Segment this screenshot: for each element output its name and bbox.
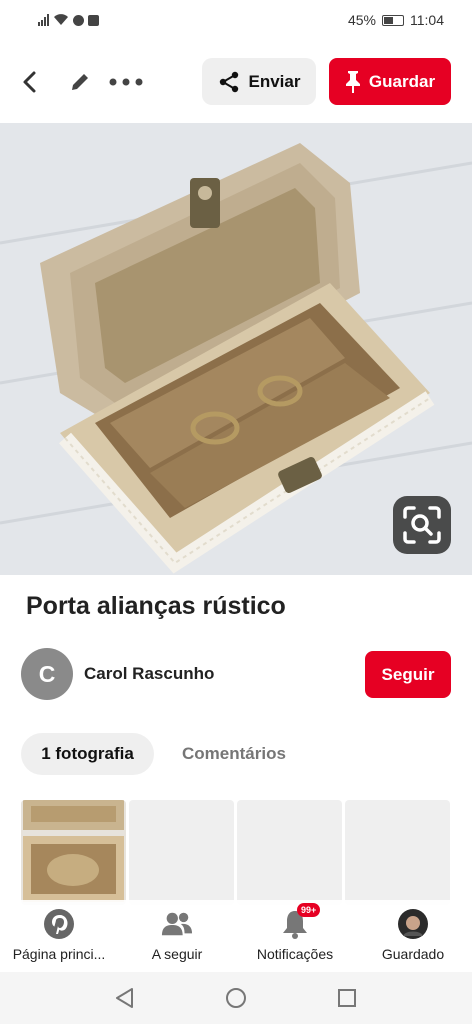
back-triangle-icon[interactable] [114, 987, 136, 1009]
nav-label-saved: Guardado [381, 946, 445, 962]
author-name[interactable]: Carol Rascunho [84, 664, 214, 684]
status-icons-right: 45% 11:04 [348, 12, 444, 28]
nav-label-following: A seguir [151, 946, 203, 962]
author-avatar[interactable]: C [21, 648, 73, 700]
pin-image[interactable] [0, 123, 472, 575]
pinterest-icon [43, 908, 75, 940]
photo-thumbnail[interactable] [237, 800, 342, 905]
clock: 11:04 [410, 12, 444, 28]
photo-thumbnails [21, 800, 451, 905]
tab-photos[interactable]: 1 fotografia [21, 733, 154, 775]
signal-icon [38, 14, 49, 26]
nav-item-home[interactable]: Página princi... [0, 900, 118, 972]
more-options-icon[interactable] [108, 68, 144, 96]
status-bar: 45% 11:04 [0, 0, 472, 40]
profile-avatar [397, 908, 429, 940]
recents-square-icon[interactable] [336, 987, 358, 1009]
pin-toolbar: Enviar Guardar [0, 56, 472, 108]
nav-item-notifications[interactable]: 99+ Notificações [236, 900, 354, 972]
facebook-icon [88, 14, 99, 26]
follow-button[interactable]: Seguir [365, 651, 451, 698]
status-icons-left [38, 14, 99, 26]
tab-comments[interactable]: Comentários [170, 733, 298, 775]
bell-icon: 99+ [279, 903, 321, 940]
nav-item-saved[interactable]: Guardado [354, 900, 472, 972]
wifi-icon [54, 14, 68, 25]
visual-search-icon [403, 506, 441, 544]
edit-pencil-icon[interactable] [66, 68, 94, 96]
save-button[interactable]: Guardar [329, 58, 451, 105]
bottom-nav: Página princi... A seguir 99+ Notificaçõ… [0, 900, 472, 972]
nav-label-home: Página princi... [12, 946, 106, 962]
nav-label-notifications: Notificações [256, 946, 334, 962]
photo-thumbnail[interactable] [345, 800, 450, 905]
pin-title: Porta alianças rústico [26, 592, 286, 620]
photo-thumbnail[interactable] [21, 800, 126, 905]
battery-percent: 45% [347, 12, 376, 28]
system-nav-bar [0, 972, 472, 1024]
back-icon[interactable] [16, 68, 44, 96]
people-icon [161, 908, 193, 940]
visual-search-button[interactable] [393, 496, 451, 554]
pin-icon [345, 70, 360, 93]
messenger-icon [73, 14, 84, 26]
nav-item-following[interactable]: A seguir [118, 900, 236, 972]
notification-badge: 99+ [297, 903, 321, 917]
send-button[interactable]: Enviar [202, 58, 316, 105]
share-icon [219, 71, 238, 92]
battery-icon [382, 14, 404, 26]
home-circle-icon[interactable] [225, 987, 247, 1009]
send-button-label: Enviar [248, 71, 301, 91]
photo-thumbnail[interactable] [129, 800, 234, 905]
save-button-label: Guardar [368, 71, 436, 91]
